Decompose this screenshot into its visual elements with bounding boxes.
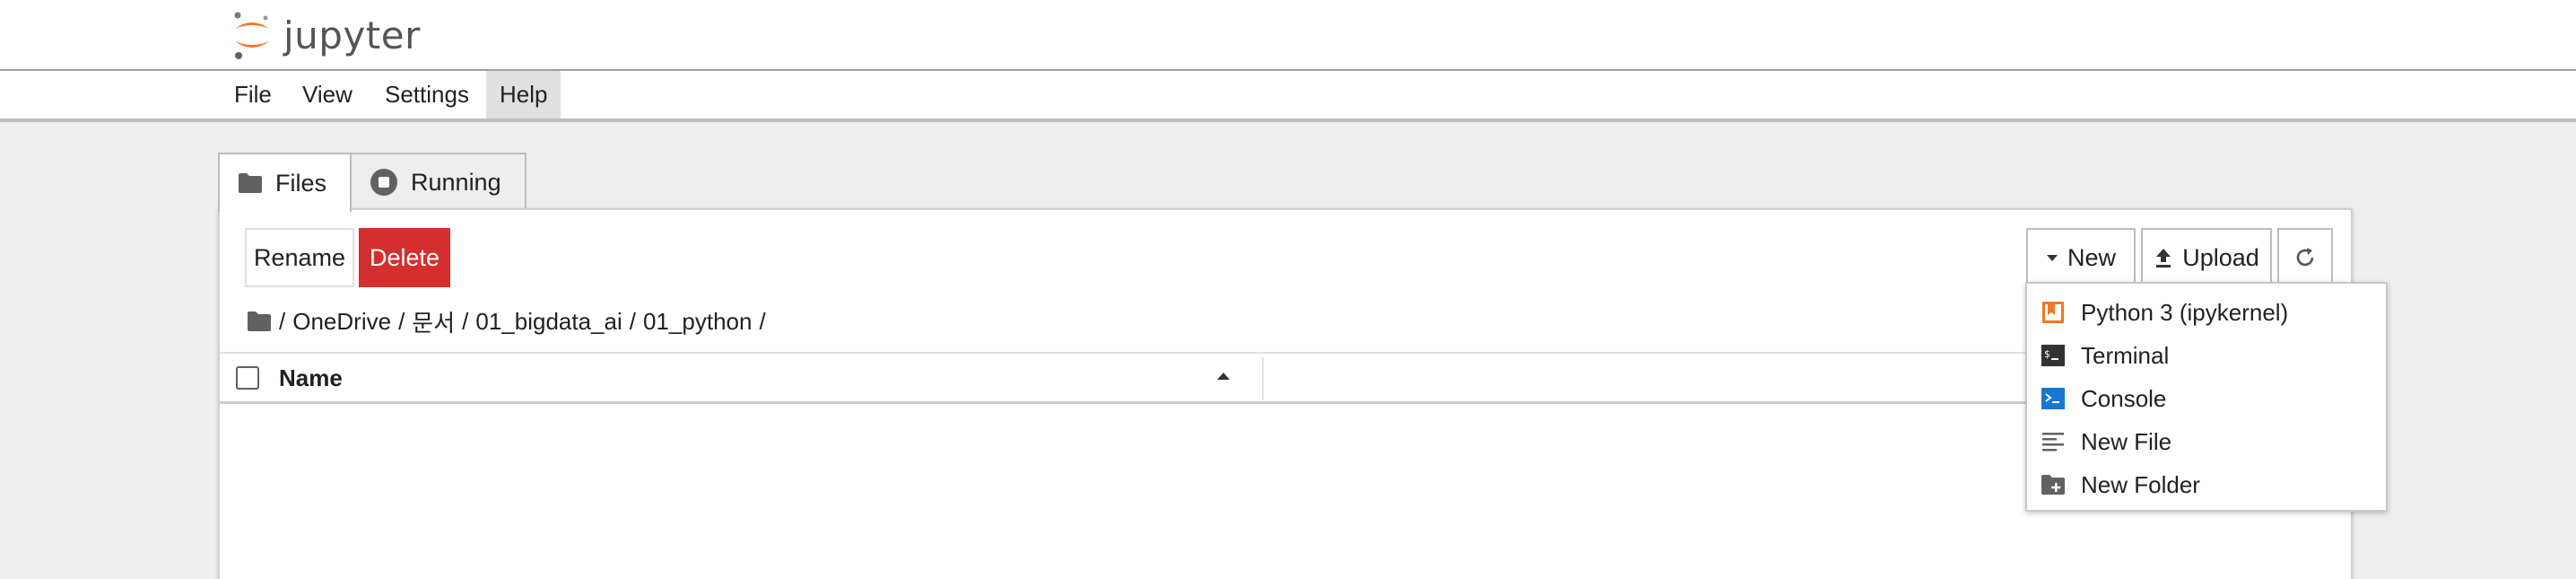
python-notebook-icon: [2040, 299, 2067, 326]
folder-icon: [239, 173, 262, 193]
caret-down-icon: [2046, 255, 2058, 261]
home-folder-icon[interactable]: [247, 311, 272, 332]
new-folder-icon: [2040, 471, 2067, 498]
select-all-checkbox[interactable]: [236, 366, 259, 390]
terminal-icon: $: [2040, 342, 2067, 369]
breadcrumb-documents[interactable]: 문서: [412, 305, 455, 338]
tab-running[interactable]: Running: [350, 153, 527, 210]
breadcrumb-bigdata-ai[interactable]: 01_bigdata_ai: [475, 308, 622, 336]
jupyter-logo[interactable]: jupyter: [231, 9, 421, 61]
menu-item-label: Python 3 (ipykernel): [2081, 298, 2289, 326]
column-resize-handle[interactable]: [1262, 357, 1264, 400]
new-dropdown-button[interactable]: New: [2026, 228, 2136, 287]
tab-files[interactable]: Files: [218, 153, 352, 212]
upload-button[interactable]: Upload: [2141, 228, 2272, 287]
menu-item-terminal[interactable]: $ Terminal: [2027, 334, 2386, 377]
rename-button[interactable]: Rename: [245, 228, 354, 287]
new-dropdown-menu: Python 3 (ipykernel) $ Terminal Console: [2025, 282, 2388, 512]
tab-files-label: Files: [275, 169, 327, 197]
menu-bar: File View Settings Help: [0, 71, 2576, 122]
column-header-name[interactable]: Name: [279, 354, 343, 403]
svg-text:$: $: [2044, 348, 2050, 360]
logo-text: jupyter: [283, 13, 421, 57]
menu-view[interactable]: View: [289, 71, 366, 118]
breadcrumb-python[interactable]: 01_python: [643, 308, 752, 336]
upload-icon: [2156, 249, 2171, 268]
breadcrumb-separator: /: [629, 307, 636, 335]
menu-item-new-folder[interactable]: New Folder: [2027, 463, 2386, 506]
console-icon: [2040, 385, 2067, 412]
breadcrumb-onedrive[interactable]: OneDrive: [292, 308, 391, 336]
new-button-label: New: [2067, 243, 2116, 271]
menu-item-console[interactable]: Console: [2027, 377, 2386, 420]
menu-item-label: Terminal: [2081, 341, 2170, 369]
menu-file[interactable]: File: [221, 71, 285, 118]
menu-item-python3-notebook[interactable]: Python 3 (ipykernel): [2027, 291, 2386, 334]
menu-help[interactable]: Help: [486, 71, 561, 118]
breadcrumb: / OneDrive / 문서 / 01_bigdata_ai / 01_pyt…: [247, 302, 766, 341]
breadcrumb-separator: /: [279, 307, 286, 335]
menu-item-label: New File: [2081, 427, 2172, 455]
stop-circle-icon: [370, 169, 398, 196]
upload-button-label: Upload: [2182, 243, 2259, 271]
menu-item-new-file[interactable]: New File: [2027, 420, 2386, 463]
tab-bar: Files Running: [218, 153, 527, 212]
delete-button[interactable]: Delete: [359, 228, 450, 287]
tab-running-label: Running: [411, 168, 501, 196]
top-bar: jupyter: [0, 0, 2576, 71]
menu-item-label: New Folder: [2081, 470, 2200, 498]
text-file-icon: [2040, 428, 2067, 455]
menu-item-label: Console: [2081, 384, 2167, 412]
menu-settings[interactable]: Settings: [371, 71, 483, 118]
refresh-button[interactable]: [2277, 228, 2333, 287]
breadcrumb-separator: /: [398, 307, 405, 335]
sort-ascending-icon[interactable]: [1215, 371, 1231, 382]
refresh-icon: [2296, 248, 2314, 267]
jupyter-logo-icon: [234, 12, 269, 59]
breadcrumb-separator: /: [462, 307, 469, 335]
breadcrumb-separator: /: [759, 307, 766, 335]
